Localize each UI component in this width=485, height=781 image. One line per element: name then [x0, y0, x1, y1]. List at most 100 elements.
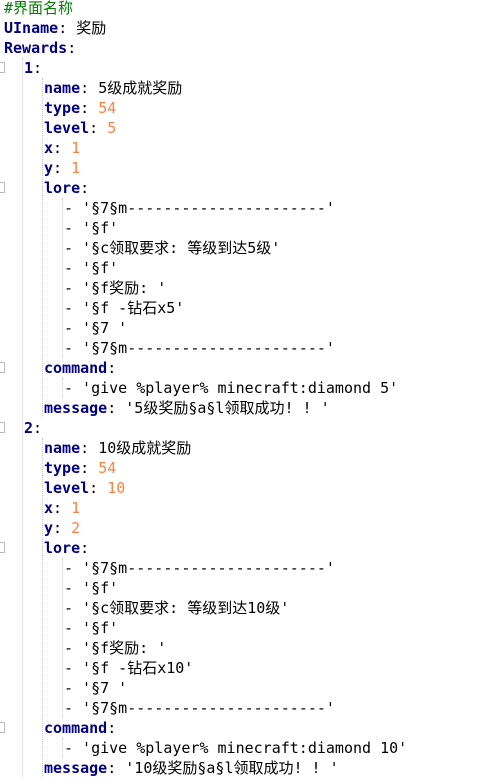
code-line[interactable]: name: 10级成就奖励: [44, 438, 191, 458]
code-line[interactable]: - '§f -钻石x10': [64, 658, 193, 678]
code-line[interactable]: message: '10级奖励§a§l领取成功! ! ': [44, 758, 339, 778]
fold-marker-icon[interactable]: [0, 362, 5, 373]
code-line[interactable]: x: 1: [44, 498, 80, 518]
token-str: '5级奖励§a§l领取成功! ! ': [125, 399, 330, 417]
code-line[interactable]: - '§f奖励: ': [64, 638, 166, 658]
token-punct: :: [33, 419, 43, 437]
token-key: command: [44, 359, 108, 377]
code-line[interactable]: - '§c领取要求: 等级到达10级': [64, 598, 289, 618]
token-punct: :: [89, 119, 108, 137]
code-line[interactable]: - '§f': [64, 618, 118, 638]
token-punct: :: [80, 179, 90, 197]
token-punct: :: [107, 719, 117, 737]
indent-guide: [42, 78, 43, 418]
token-str: - '§f奖励: ': [64, 279, 167, 297]
token-key: y: [44, 159, 54, 177]
token-str: - '§f': [64, 619, 119, 637]
token-key: x: [44, 499, 54, 517]
token-key: level: [44, 479, 90, 497]
token-str: - '§7§m----------------------': [64, 699, 335, 717]
token-punct: :: [80, 539, 90, 557]
code-line[interactable]: y: 1: [44, 158, 80, 178]
code-line[interactable]: type: 54: [44, 458, 116, 478]
token-punct: :: [89, 479, 108, 497]
code-line[interactable]: - '§f奖励: ': [64, 278, 166, 298]
code-line[interactable]: UIname: 奖励: [4, 18, 106, 38]
code-line[interactable]: - '§c领取要求: 等级到达5级': [64, 238, 280, 258]
token-punct: :: [80, 79, 99, 97]
code-line[interactable]: command:: [44, 358, 116, 378]
fold-marker-icon[interactable]: [0, 62, 5, 73]
code-line[interactable]: lore:: [44, 178, 89, 198]
code-line[interactable]: - 'give %player% minecraft:diamond 5': [64, 378, 398, 398]
code-line[interactable]: - '§7§m----------------------': [64, 698, 335, 718]
fold-marker-icon[interactable]: [0, 722, 5, 733]
token-str: - '§7§m----------------------': [64, 199, 335, 217]
code-line[interactable]: 1:: [24, 58, 42, 78]
token-str: - '§7 ': [64, 679, 128, 697]
code-line[interactable]: #界面名称: [4, 0, 73, 18]
token-str: - '§c领取要求: 等级到达10级': [64, 599, 290, 617]
code-line[interactable]: - '§7 ': [64, 318, 127, 338]
token-num: 10: [107, 479, 126, 497]
code-line[interactable]: - '§f': [64, 578, 118, 598]
token-key: 2: [24, 419, 34, 437]
token-punct: :: [53, 159, 72, 177]
token-punct: :: [53, 499, 72, 517]
token-str: 5级成就奖励: [98, 79, 183, 97]
token-punct: :: [107, 399, 126, 417]
token-str: 奖励: [76, 19, 107, 37]
token-str: 10级成就奖励: [98, 439, 192, 457]
token-num: 1: [71, 499, 81, 517]
token-num: 54: [98, 99, 117, 117]
indent-guide: [62, 378, 63, 398]
code-line[interactable]: - '§f -钻石x5': [64, 298, 184, 318]
indent-guide: [42, 438, 43, 778]
code-line[interactable]: - '§f': [64, 258, 118, 278]
token-key: y: [44, 519, 54, 537]
token-str: - 'give %player% minecraft:diamond 5': [64, 379, 399, 397]
code-line[interactable]: - '§7 ': [64, 678, 127, 698]
fold-marker-icon[interactable]: [0, 422, 5, 433]
indent-guide: [22, 58, 23, 778]
code-line[interactable]: - '§f': [64, 218, 118, 238]
token-punct: :: [80, 99, 99, 117]
token-key: message: [44, 399, 108, 417]
token-num: 5: [107, 119, 117, 137]
code-line[interactable]: name: 5级成就奖励: [44, 78, 182, 98]
code-line[interactable]: 2:: [24, 418, 42, 438]
code-line[interactable]: command:: [44, 718, 116, 738]
token-punct: :: [107, 759, 126, 777]
token-key: type: [44, 99, 81, 117]
token-key: lore: [44, 179, 81, 197]
token-str: - '§f奖励: ': [64, 639, 167, 657]
fold-marker-icon[interactable]: [0, 182, 5, 193]
fold-gutter: [0, 0, 6, 781]
token-key: name: [44, 79, 81, 97]
token-punct: :: [80, 439, 99, 457]
code-line[interactable]: y: 2: [44, 518, 80, 538]
code-line[interactable]: x: 1: [44, 138, 80, 158]
token-str: - 'give %player% minecraft:diamond 10': [64, 739, 408, 757]
token-num: 1: [71, 159, 81, 177]
code-line[interactable]: lore:: [44, 538, 89, 558]
token-key: Rewards: [4, 39, 68, 57]
fold-marker-icon[interactable]: [0, 542, 5, 553]
token-str: - '§f': [64, 579, 119, 597]
code-line[interactable]: - '§7§m----------------------': [64, 558, 335, 578]
code-line[interactable]: - '§7§m----------------------': [64, 338, 335, 358]
code-line[interactable]: message: '5级奖励§a§l领取成功! ! ': [44, 398, 330, 418]
code-line[interactable]: level: 10: [44, 478, 125, 498]
code-line[interactable]: level: 5: [44, 118, 116, 138]
code-editor[interactable]: #界面名称 UIname: 奖励 Rewards: 1: name: 5级成就奖励 typ…: [0, 0, 485, 781]
token-comment: #界面名称: [4, 0, 74, 17]
token-num: 54: [98, 459, 117, 477]
code-line[interactable]: type: 54: [44, 98, 116, 118]
code-line[interactable]: - 'give %player% minecraft:diamond 10': [64, 738, 407, 758]
token-key: command: [44, 719, 108, 737]
token-num: 1: [71, 139, 81, 157]
indent-guide: [62, 558, 63, 718]
code-line[interactable]: Rewards:: [4, 38, 76, 58]
code-line[interactable]: - '§7§m----------------------': [64, 198, 335, 218]
token-str: - '§f -钻石x10': [64, 659, 194, 677]
